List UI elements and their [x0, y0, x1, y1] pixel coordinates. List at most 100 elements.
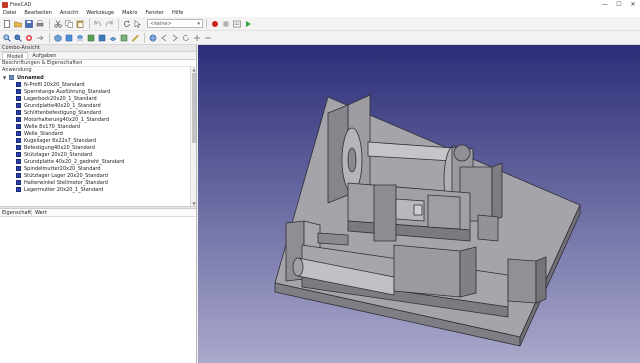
toolbar-separator: [144, 32, 145, 43]
workbench-selector[interactable]: <keine> ▾: [147, 19, 203, 28]
zoom-in-icon[interactable]: [192, 33, 201, 42]
tree-item[interactable]: Motorhalterung40x20_1_Standard: [0, 116, 196, 123]
tab-tasks[interactable]: Aufgaben: [28, 52, 60, 59]
tree-item[interactable]: Sperrstange Ausführung_Standard: [0, 88, 196, 95]
close-button[interactable]: ✕: [626, 0, 640, 9]
redo-icon[interactable]: [104, 19, 113, 28]
draw-style-icon[interactable]: [24, 33, 33, 42]
scroll-down-icon[interactable]: ▼: [191, 201, 196, 206]
tree-item-label: Kugellager 8x22x7_Standard: [24, 137, 97, 144]
execute-macro-icon[interactable]: [243, 19, 252, 28]
tree-item[interactable]: Halterwinkel Stellmotor_Standard: [0, 179, 196, 186]
part-icon: [16, 187, 21, 192]
tree-item[interactable]: Spindelmutter20x20_Standard: [0, 165, 196, 172]
3d-viewport[interactable]: [198, 45, 640, 363]
toolbar-separator: [49, 32, 50, 43]
chevron-down-icon[interactable]: ▼: [3, 75, 8, 80]
stepper-motor: [507, 258, 537, 304]
tree-item[interactable]: Befestigung40x20_Standard: [0, 144, 196, 151]
paste-icon[interactable]: [75, 19, 84, 28]
tree-scrollbar[interactable]: ▲ ▼: [190, 67, 196, 206]
menu-fenster[interactable]: Fenster: [145, 10, 164, 16]
tree-item[interactable]: Stützlager 20x20_Standard: [0, 151, 196, 158]
main-toolbar: <keine> ▾: [0, 17, 640, 31]
chevron-down-icon: ▾: [197, 20, 200, 27]
save-icon[interactable]: [24, 19, 33, 28]
refresh-web-icon[interactable]: [181, 33, 190, 42]
tree-document-root[interactable]: ▼ Unnamed: [0, 74, 196, 81]
right-view-icon[interactable]: [86, 33, 95, 42]
left-view-icon[interactable]: [119, 33, 128, 42]
maximize-button[interactable]: ☐: [612, 0, 626, 9]
toolbar-separator: [89, 18, 90, 29]
part-icon: [16, 180, 21, 185]
property-column-header: Eigenschaft: [2, 209, 32, 216]
sync-view-icon[interactable]: [35, 33, 44, 42]
title-bar: FreeCAD — ☐ ✕: [0, 0, 640, 9]
minimize-button[interactable]: —: [598, 0, 612, 9]
rear-view-icon[interactable]: [97, 33, 106, 42]
open-icon[interactable]: [13, 19, 22, 28]
part-icon: [16, 110, 21, 115]
lower-slide-block: [393, 244, 461, 298]
fit-selection-icon[interactable]: [13, 33, 22, 42]
fit-all-icon[interactable]: [2, 33, 11, 42]
scroll-up-icon[interactable]: ▲: [191, 67, 196, 72]
tree-item[interactable]: N-Profil 20x20_Standard: [0, 81, 196, 88]
menu-bearbeiten[interactable]: Bearbeiten: [24, 10, 51, 16]
refresh-icon[interactable]: [122, 19, 131, 28]
menu-makro[interactable]: Makro: [122, 10, 137, 16]
menu-werkzeuge[interactable]: Werkzeuge: [86, 10, 114, 16]
part-icon: [16, 131, 21, 136]
part-icon: [16, 138, 21, 143]
undo-icon[interactable]: [93, 19, 102, 28]
panel-tabs: Modell Aufgaben: [0, 52, 196, 60]
macros-icon[interactable]: [232, 19, 241, 28]
property-header: Eigenschaft Wert: [0, 209, 196, 217]
record-macro-icon[interactable]: [210, 19, 219, 28]
new-document-icon[interactable]: [2, 19, 11, 28]
cut-icon[interactable]: [53, 19, 62, 28]
panel-title: Combo-Ansicht: [0, 45, 196, 52]
tree-item-label: Halterwinkel Stellmotor_Standard: [24, 179, 108, 186]
tree-column-header: Beschriftungen & Eigenschaften: [0, 60, 196, 67]
web-home-icon[interactable]: [148, 33, 157, 42]
tab-model[interactable]: Modell: [2, 52, 29, 60]
menu-hilfe[interactable]: Hilfe: [172, 10, 183, 16]
tree-item[interactable]: Lagerbock20x20_1_Standard: [0, 95, 196, 102]
tree-item-label: Lagermutter 20x20_1_Standard: [24, 186, 104, 193]
isometric-icon[interactable]: [53, 33, 62, 42]
whats-this-icon[interactable]: [133, 19, 142, 28]
bottom-view-icon[interactable]: [108, 33, 117, 42]
tree-item[interactable]: Grundplatte40x20_1_Standard: [0, 102, 196, 109]
zoom-out-icon[interactable]: [203, 33, 212, 42]
window-title: FreeCAD: [10, 1, 32, 8]
scrollbar-thumb[interactable]: [192, 73, 196, 143]
tree-item[interactable]: Lagermutter 20x20_1_Standard: [0, 186, 196, 193]
copy-icon[interactable]: [64, 19, 73, 28]
menu-datei[interactable]: Datei: [3, 10, 16, 16]
back-icon[interactable]: [159, 33, 168, 42]
measure-icon[interactable]: [130, 33, 139, 42]
toolbar-separator: [49, 18, 50, 29]
document-icon: [9, 75, 14, 80]
tree-item[interactable]: Kugellager 8x22x7_Standard: [0, 137, 196, 144]
top-view-icon[interactable]: [75, 33, 84, 42]
workbench-selector-value: <keine>: [150, 20, 172, 27]
tree-item[interactable]: Welle 8x170_Standard: [0, 123, 196, 130]
tree-item-label: Grundplatte40x20_1_Standard: [24, 102, 101, 109]
tree-item-label: Spindelmutter20x20_Standard: [24, 165, 101, 172]
tree-item[interactable]: Schlittenbefestigung_Standard: [0, 109, 196, 116]
tree-item-label: Welle_Standard: [24, 130, 63, 137]
tree-item[interactable]: Grundplatte 40x20_2_gedreht_Standard: [0, 158, 196, 165]
value-column-header: Wert: [35, 210, 47, 216]
tree-item[interactable]: Stützlager Lager 20x20_Standard: [0, 172, 196, 179]
tree-item-label: Grundplatte 40x20_2_gedreht_Standard: [24, 158, 125, 165]
print-icon[interactable]: [35, 19, 44, 28]
tree-item[interactable]: Welle_Standard: [0, 130, 196, 137]
part-icon: [16, 124, 21, 129]
front-view-icon[interactable]: [64, 33, 73, 42]
stop-macro-icon[interactable]: [221, 19, 230, 28]
menu-ansicht[interactable]: Ansicht: [60, 10, 78, 16]
forward-icon[interactable]: [170, 33, 179, 42]
